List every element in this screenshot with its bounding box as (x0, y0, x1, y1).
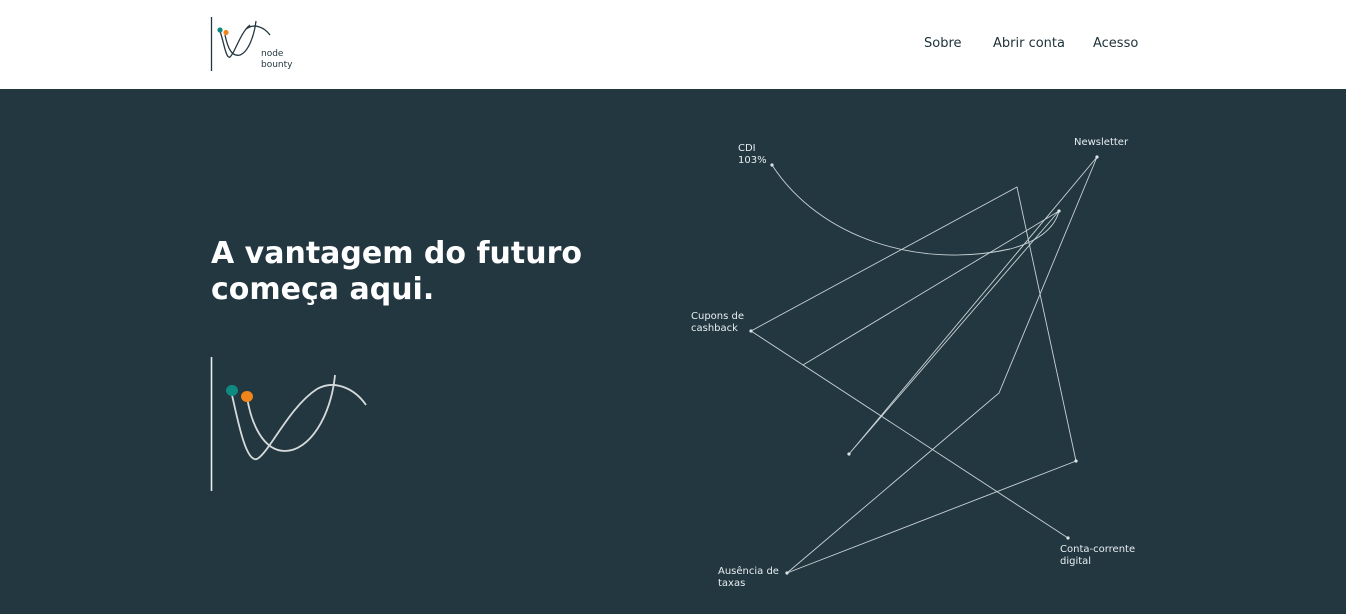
label-cashback-line2: cashback (691, 323, 738, 334)
hero-headline: A vantagem do futuro começa aqui. (211, 236, 631, 308)
features-network-graphic (749, 155, 1099, 575)
hero-logo-mark-icon (210, 357, 367, 491)
label-cdi-line1: CDI (738, 143, 756, 154)
nav-link-acesso[interactable]: Acesso (1093, 36, 1138, 51)
hero-section: A vantagem do futuro começa aqui. CDI 10… (0, 89, 1346, 614)
label-conta-line1: Conta-corrente (1060, 544, 1136, 555)
label-newsletter: Newsletter (1074, 137, 1129, 148)
hero-headline-line2: começa aqui. (211, 272, 435, 307)
label-conta-line2: digital (1060, 556, 1092, 567)
label-cupons-cashback: Cupons de cashback (691, 311, 744, 335)
label-cdi: CDI 103% (738, 143, 767, 167)
hero-headline-line1: A vantagem do futuro (211, 236, 582, 271)
label-taxas-line1: Ausência de (718, 566, 779, 577)
label-taxas-line2: taxas (718, 578, 746, 589)
main-nav: Sobre Abrir conta Acesso (0, 36, 1346, 56)
label-conta-corrente: Conta-corrente digital (1060, 544, 1135, 568)
site-header: node bounty Sobre Abrir conta Acesso (0, 0, 1346, 89)
nav-link-sobre[interactable]: Sobre (924, 36, 962, 51)
label-cashback-line1: Cupons de (691, 311, 745, 322)
brand-name-line2: bounty (261, 60, 293, 70)
nav-link-abrir-conta[interactable]: Abrir conta (993, 36, 1065, 51)
label-ausencia-taxas: Ausência de taxas (718, 566, 779, 590)
label-cdi-line2: 103% (738, 155, 767, 166)
